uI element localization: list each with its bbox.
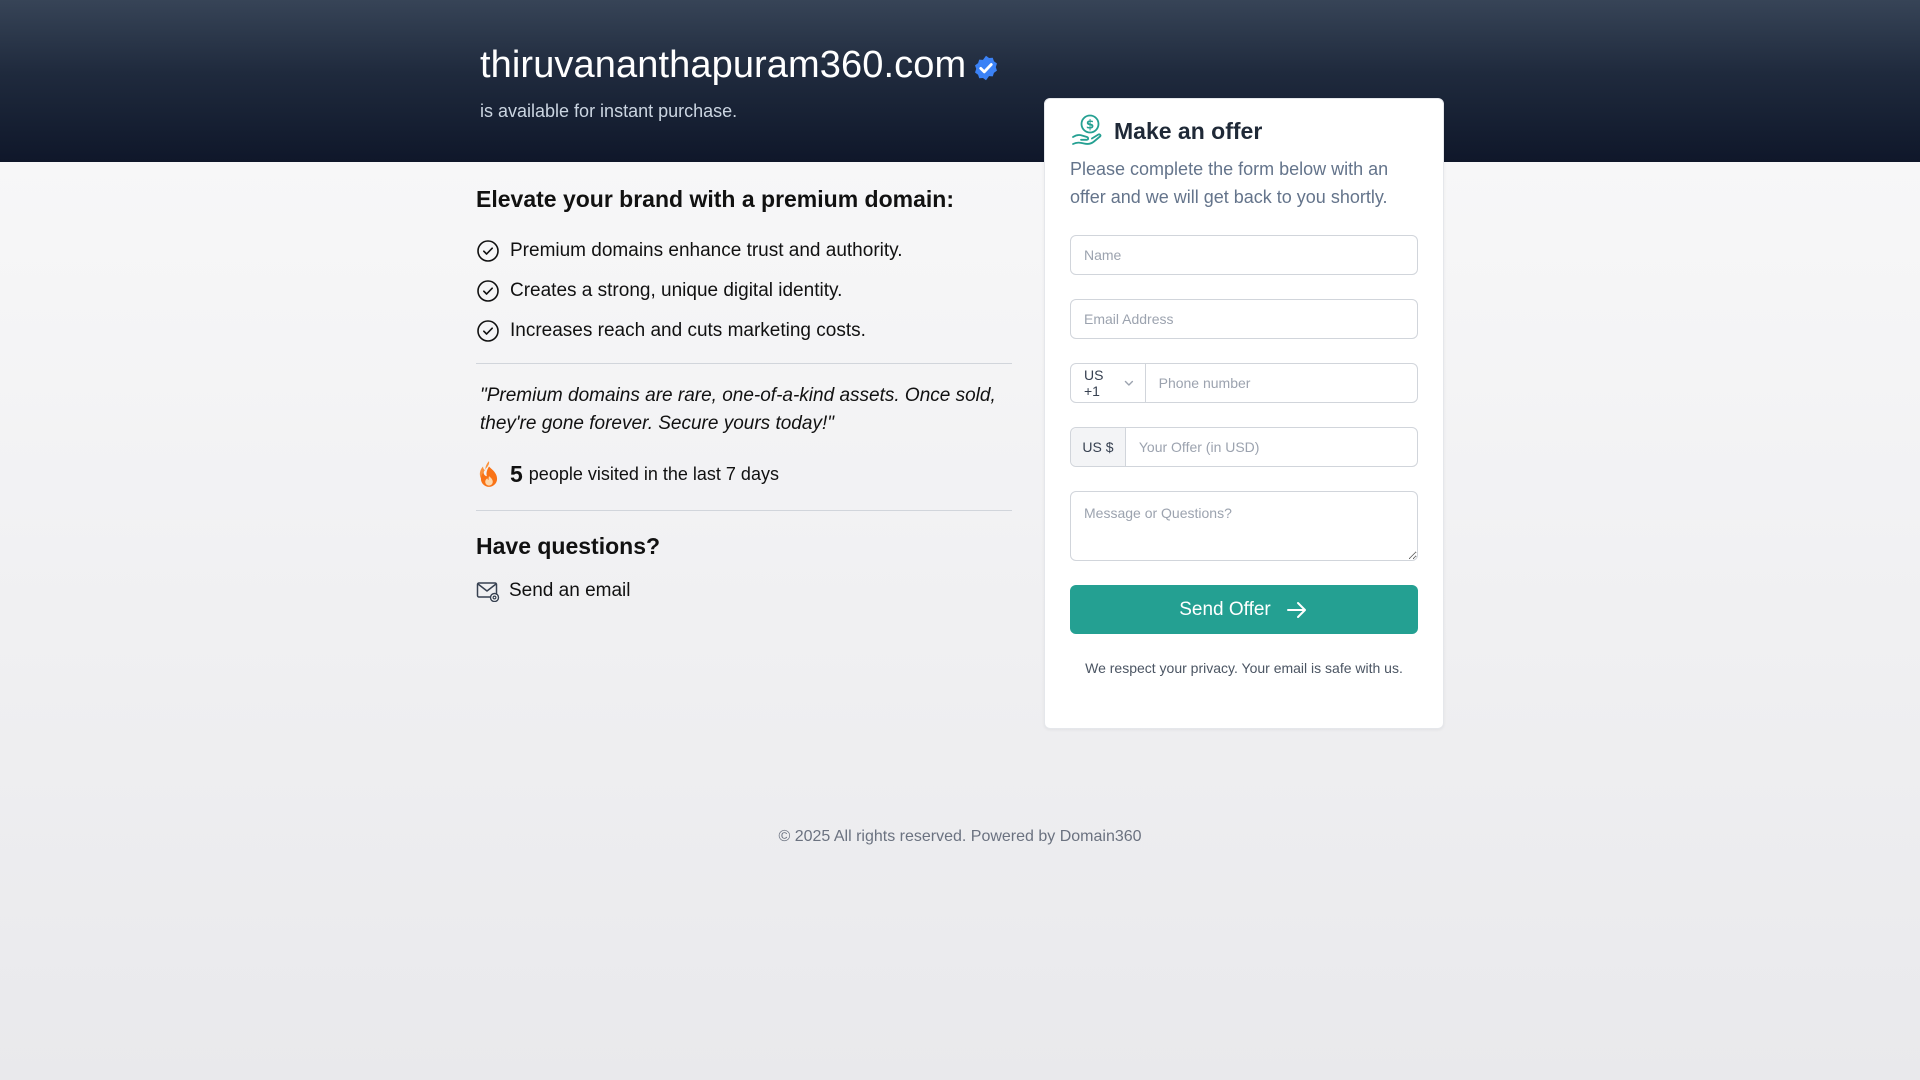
- check-circle-icon: [477, 240, 499, 262]
- offer-form-card: $ Make an offer Please complete the form…: [1044, 98, 1444, 729]
- offer-amount-field: US $: [1070, 427, 1418, 467]
- money-hand-icon: $: [1072, 114, 1102, 145]
- benefits-heading: Elevate your brand with a premium domain…: [476, 186, 954, 212]
- name-input[interactable]: [1071, 236, 1417, 274]
- message-field: [1070, 491, 1418, 561]
- verified-badge-icon: [975, 55, 998, 80]
- send-offer-button[interactable]: Send Offer: [1070, 585, 1418, 634]
- benefit-item: Creates a strong, unique digital identit…: [476, 271, 1012, 311]
- arrow-right-icon: [1286, 601, 1306, 618]
- svg-text:$: $: [1086, 118, 1094, 132]
- offer-form-title: Make an offer: [1114, 117, 1263, 144]
- footer: © 2025 All rights reserved. Powered by D…: [0, 828, 1920, 846]
- benefit-item: Premium domains enhance trust and author…: [476, 231, 1012, 271]
- benefit-text: Premium domains enhance trust and author…: [510, 240, 903, 261]
- offer-form-description: Please complete the form below with an o…: [1070, 159, 1389, 207]
- offer-amount-input[interactable]: [1125, 428, 1417, 466]
- hero-banner: thiruvananthapuram360.com is available f…: [0, 0, 1920, 162]
- check-circle-icon: [477, 320, 499, 342]
- divider: [476, 510, 1012, 511]
- benefit-text: Increases reach and cuts marketing costs…: [510, 320, 866, 341]
- visit-count-number: 5: [510, 460, 523, 487]
- footer-text: © 2025 All rights reserved. Powered by D…: [778, 828, 1142, 845]
- check-circle-icon: [477, 280, 499, 302]
- country-code-value: US +1: [1084, 367, 1104, 399]
- send-email-link[interactable]: Send an email: [476, 580, 1012, 602]
- phone-input[interactable]: [1145, 364, 1417, 402]
- availability-text: is available for instant purchase.: [480, 101, 738, 121]
- domain-heading: thiruvananthapuram360.com is available f…: [480, 44, 1000, 122]
- email-field: [1070, 299, 1418, 339]
- phone-field: US +1: [1070, 363, 1418, 403]
- scarcity-quote: "Premium domains are rare, one-of-a-kind…: [480, 385, 996, 434]
- offer-form-header: $ Make an offer: [1070, 113, 1418, 149]
- benefits-list: Premium domains enhance trust and author…: [476, 231, 1012, 351]
- visit-count-text: people visited in the last 7 days: [528, 463, 779, 484]
- info-column: Elevate your brand with a premium domain…: [476, 186, 1012, 602]
- message-textarea[interactable]: [1071, 492, 1417, 560]
- flame-icon: [479, 461, 498, 487]
- domain-name: thiruvananthapuram360.com: [480, 44, 967, 86]
- name-field: [1070, 235, 1418, 275]
- chevron-down-icon: [1124, 380, 1133, 386]
- questions-heading: Have questions?: [476, 533, 661, 559]
- privacy-note: We respect your privacy. Your email is s…: [1085, 660, 1403, 676]
- send-email-label: Send an email: [509, 580, 631, 601]
- send-offer-label: Send Offer: [1179, 598, 1271, 620]
- mail-icon: [476, 582, 500, 602]
- visitor-count: 5 people visited in the last 7 days: [476, 458, 1012, 490]
- country-code-select[interactable]: US +1: [1071, 364, 1146, 402]
- email-input[interactable]: [1071, 300, 1417, 338]
- currency-label: US $: [1071, 428, 1126, 466]
- benefit-item: Increases reach and cuts marketing costs…: [476, 311, 1012, 351]
- benefit-text: Creates a strong, unique digital identit…: [510, 280, 843, 301]
